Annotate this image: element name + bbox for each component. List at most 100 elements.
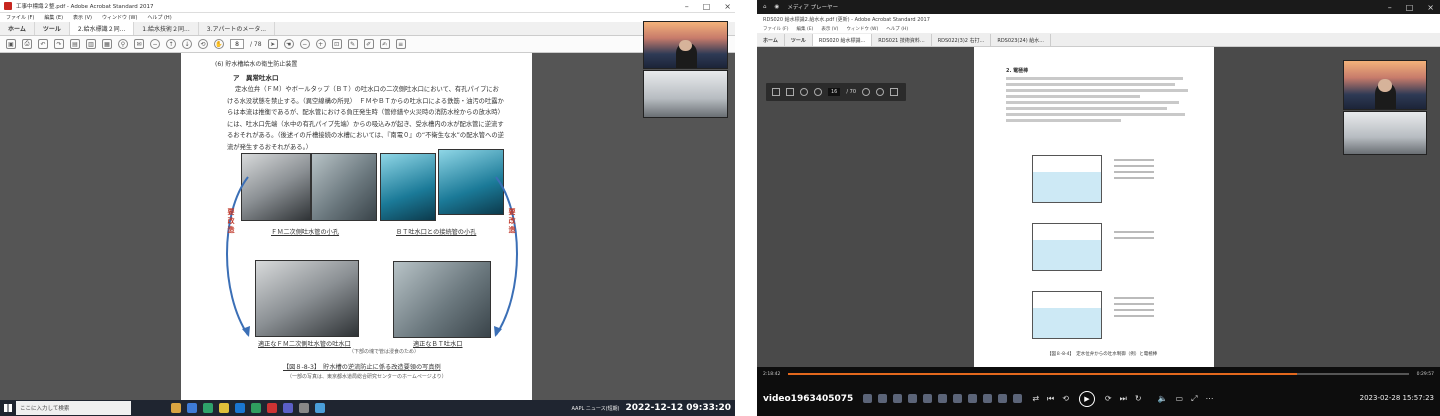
minimize-icon[interactable]: – [685, 2, 689, 11]
scan-icon[interactable]: ▥ [86, 39, 96, 49]
menu-window[interactable]: ウィンドウ (W) [846, 26, 878, 32]
app-icon-8[interactable] [968, 394, 978, 403]
sign-icon[interactable]: ✍ [379, 39, 390, 49]
windows-start-icon[interactable] [0, 400, 16, 416]
app-icon-6[interactable] [938, 394, 948, 403]
prev-page-icon[interactable]: ↑ [166, 39, 176, 49]
play-button[interactable]: ▶ [1078, 390, 1095, 407]
menu-lines-icon[interactable]: ≡ [395, 39, 406, 49]
app-icon-4[interactable] [908, 394, 918, 403]
tab-doc-1[interactable]: RDS020 給水標識... [812, 34, 873, 46]
volume-icon[interactable]: 🔈 [1158, 394, 1168, 403]
redo-icon[interactable]: ↷ [54, 39, 64, 49]
menu-edit[interactable]: 編集 (E) [797, 26, 814, 32]
cursor-icon[interactable]: ➤ [267, 39, 278, 49]
menu-help[interactable]: ヘルプ (H) [886, 26, 908, 32]
forward-icon[interactable]: ⟳ [1105, 394, 1112, 403]
share-icon[interactable]: ✉ [134, 39, 144, 49]
tab-doc-3[interactable]: 3.アパートのメータ... [199, 22, 276, 35]
menu-window[interactable]: ウィンドウ (W) [102, 14, 137, 21]
document-viewport[interactable]: (6) 貯水槽給水の衛生防止装置 ア 異常吐水口 定水位弁（ＦＭ）やボールタップ… [0, 21, 735, 400]
save-icon[interactable]: ▣ [6, 39, 16, 49]
taskbar-search-input[interactable]: ここに入力して検索 [16, 401, 131, 415]
next-page-icon[interactable] [814, 88, 822, 96]
page-number-input[interactable]: 8 [230, 39, 244, 49]
highlight-icon[interactable]: ✐ [363, 39, 374, 49]
shuffle-icon[interactable]: ⇄ [1032, 394, 1039, 403]
app-icon-1[interactable] [863, 394, 873, 403]
comment-icon[interactable]: ✎ [347, 39, 358, 49]
zoom-in-icon[interactable] [876, 88, 885, 96]
tab-doc-2[interactable]: RDS021 技術資料... [872, 34, 932, 46]
home-icon[interactable]: ⌂ [763, 4, 767, 10]
menu-edit[interactable]: 編集 (E) [44, 14, 63, 21]
menu-help[interactable]: ヘルプ (H) [147, 14, 171, 21]
app-icon-11[interactable] [1013, 394, 1023, 403]
document-icon[interactable]: ▤ [70, 39, 80, 49]
tab-doc-4[interactable]: RDS023(24) 給水... [991, 34, 1052, 46]
tab-tools[interactable]: ツール [785, 34, 813, 46]
video-participant-room[interactable] [643, 70, 728, 118]
app-icon-3[interactable] [893, 394, 903, 403]
app-icon-1[interactable] [171, 403, 181, 413]
recorded-document-viewport[interactable]: 2. 電極棒 【図８-8-4】 定水位弁からの吐水制御（例）と電極棒 16 / … [757, 47, 1440, 367]
teams-icon[interactable] [283, 403, 293, 413]
tab-tools[interactable]: ツール [35, 22, 70, 35]
previous-icon[interactable]: ⏮ [1047, 394, 1054, 404]
prev-page-icon[interactable] [800, 88, 808, 96]
stamp-icon[interactable]: ▦ [102, 39, 112, 49]
maximize-icon[interactable]: □ [1406, 3, 1414, 12]
rewind-icon[interactable]: ⟲ [1062, 394, 1069, 403]
acrobat-taskbar-icon[interactable] [267, 403, 277, 413]
save-icon[interactable] [772, 88, 780, 96]
app-icon-7[interactable] [953, 394, 963, 403]
close-icon[interactable]: × [1427, 3, 1434, 12]
app-icon-3[interactable] [203, 403, 213, 413]
print-icon[interactable]: ⎙ [22, 39, 32, 49]
excel-icon[interactable] [251, 403, 261, 413]
close-icon[interactable]: × [724, 2, 731, 11]
app-icon-5[interactable] [923, 394, 933, 403]
print-icon[interactable] [786, 88, 794, 96]
tab-doc-3[interactable]: RDS022(3)2 右打... [932, 34, 992, 46]
minimize-icon[interactable]: – [1388, 3, 1392, 12]
next-page-icon[interactable]: ↓ [182, 39, 192, 49]
app-icon-10[interactable] [998, 394, 1008, 403]
fullscreen-icon[interactable]: ⤢ [1191, 394, 1197, 404]
tab-doc-1[interactable]: 2.給水標識２同... [69, 22, 135, 35]
zoom-out-2-icon[interactable]: − [299, 39, 310, 49]
seek-track[interactable] [788, 373, 1409, 375]
app-icon-2[interactable] [187, 403, 197, 413]
app-icon-2[interactable] [878, 394, 888, 403]
folder-icon[interactable] [219, 403, 229, 413]
app-icon-10[interactable] [315, 403, 325, 413]
rotate-icon[interactable]: ⟲ [198, 39, 208, 49]
menu-file[interactable]: ファイル (F) [763, 26, 789, 32]
maximize-icon[interactable]: □ [703, 2, 711, 11]
menu-view[interactable]: 表示 (V) [821, 26, 838, 32]
zoom-out-icon[interactable]: − [150, 39, 160, 49]
hand-icon[interactable]: ✋ [214, 39, 224, 49]
menu-view[interactable]: 表示 (V) [73, 14, 92, 21]
search-icon[interactable]: ⚲ [118, 39, 128, 49]
hand-tool-icon[interactable]: ☚ [283, 39, 294, 49]
edge-icon[interactable] [235, 403, 245, 413]
page-number-input[interactable]: 16 [828, 88, 841, 96]
tab-home[interactable]: ホーム [757, 34, 785, 46]
undo-icon[interactable]: ↶ [38, 39, 48, 49]
app-icon-9[interactable] [299, 403, 309, 413]
zoom-out-icon[interactable] [862, 88, 871, 96]
video-participant-self[interactable] [1343, 60, 1427, 110]
video-participant-self[interactable] [643, 21, 728, 69]
caption-icon[interactable]: ▭ [1176, 394, 1184, 403]
seek-bar[interactable]: 2:18:42 0:29:57 [757, 367, 1440, 381]
tab-home[interactable]: ホーム [0, 22, 35, 35]
next-icon[interactable]: ⏭ [1120, 394, 1127, 404]
app-icon-9[interactable] [983, 394, 993, 403]
zoom-in-icon[interactable]: + [315, 39, 326, 49]
tray-news[interactable]: AAPL ニュース(短期) [571, 405, 619, 412]
tab-doc-2[interactable]: 1.給水技術２同... [134, 22, 199, 35]
more-icon[interactable]: ⋯ [1205, 394, 1213, 403]
menu-file[interactable]: ファイル (F) [6, 14, 34, 21]
video-participant-room[interactable] [1343, 111, 1427, 155]
